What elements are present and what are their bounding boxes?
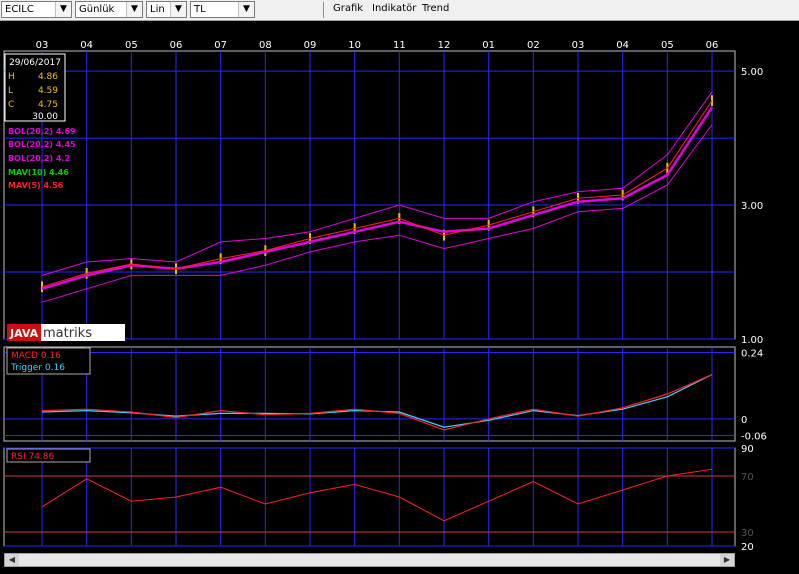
month-label: 07 [214,40,227,51]
month-label: 08 [259,40,272,51]
month-label: 04 [616,40,629,51]
menu-indikator[interactable]: Indikatör [372,3,416,14]
legend-rsi: RSI 74.86 [11,452,55,462]
price-tick-label: 5.00 [741,67,763,78]
price-indicator-lines [41,91,714,303]
scroll-left-icon[interactable]: ◀ [5,554,19,566]
svg-text:matriks: matriks [43,326,92,341]
month-label: 09 [304,40,317,51]
macd-lines [41,374,713,431]
info-l-label: L [8,86,13,96]
rsi-tick-label: 30 [741,528,754,539]
legend-bol-lower: BOL(20,2) 4.2 [8,154,70,163]
bol-lower-line [41,124,713,303]
info-date: 29/06/2017 [9,58,61,68]
month-label: 10 [348,40,361,51]
currency-select[interactable]: TL ▼ [190,1,255,18]
svg-text:JAVA: JAVA [9,327,39,340]
chevron-down-icon[interactable]: ▼ [126,2,142,17]
legend-mav5: MAV(5) 4.56 [8,181,64,190]
menu-grafik[interactable]: Grafik [333,3,363,14]
macd-tick-label: 0 [741,415,747,426]
symbol-select[interactable]: ECILC ▼ [1,1,72,18]
info-volume: 30.00 [32,112,58,122]
currency-value: TL [194,4,206,15]
month-label: 05 [661,40,674,51]
grid-lines [4,51,735,547]
month-label: 03 [572,40,585,51]
month-axis: 03 04 05 06 07 08 09 10 11 12 01 02 03 04 05 06 [36,40,719,51]
price-tick-label: 1.00 [741,335,763,346]
macd-line [41,374,713,431]
month-label: 06 [170,40,183,51]
mav10-line [41,106,714,290]
horizontal-scrollbar[interactable]: ◀ ▶ [4,553,735,567]
scroll-right-icon[interactable]: ▶ [720,554,734,566]
price-bars [41,95,713,293]
scale-select[interactable]: Lin ▼ [146,1,187,18]
chart-svg[interactable]: 03 04 05 06 07 08 09 10 11 12 01 02 03 04 05 06 5.00 3.0… [0,22,799,571]
mav5-line [41,100,713,288]
symbol-value: ECILC [5,4,34,15]
chart-area[interactable]: 03 04 05 06 07 08 09 10 11 12 01 02 03 04 05 06 5.00 3.0… [0,22,799,571]
info-high: 4.86 [38,72,58,82]
rsi-tick-label: 90 [741,444,754,455]
legend-trigger: Trigger 0.16 [10,363,65,373]
macd-panel-frame [3,346,736,442]
month-label: 02 [527,40,540,51]
menu-trend[interactable]: Trend [422,3,449,14]
info-low: 4.59 [38,86,58,96]
chevron-down-icon[interactable]: ▼ [55,2,71,17]
period-select[interactable]: Günlük ▼ [75,1,143,18]
info-c-label: C [8,100,14,110]
period-value: Günlük [79,4,115,15]
month-label: 11 [393,40,406,51]
toolbar-divider [323,2,324,18]
chevron-down-icon[interactable]: ▼ [170,2,186,17]
month-label: 06 [706,40,719,51]
month-label: 01 [482,40,495,51]
month-label: 12 [438,40,451,51]
info-close: 4.75 [38,100,58,110]
month-label: 05 [125,40,138,51]
toolbar: ECILC ▼ Günlük ▼ Lin ▼ TL ▼ Grafik Indik… [0,0,799,21]
price-tick-label: 3.00 [741,201,763,212]
legend-bol-upper: BOL(20,2) 4.69 [8,127,76,136]
price-panel-frame [3,50,736,340]
bol-upper-line [41,91,713,276]
legend-macd: MACD 0.16 [11,351,61,361]
month-label: 04 [80,40,93,51]
legend-bol-mid: BOL(20,2) 4.45 [8,140,76,149]
macd-tick-label: -0.06 [741,431,767,442]
scale-value: Lin [150,4,165,15]
rsi-line [41,468,713,522]
month-label: 03 [36,40,49,51]
info-h-label: H [8,72,15,82]
chevron-down-icon[interactable]: ▼ [238,2,254,17]
macd-tick-label: 0.24 [741,349,763,360]
rsi-panel-frame [3,447,736,547]
rsi-tick-label: 20 [741,542,754,553]
rsi-tick-label: 70 [741,472,754,483]
rsi-lines [41,468,713,522]
legend-mav10: MAV(10) 4.46 [8,168,69,177]
y-axis-labels: 5.00 3.00 1.00 0.24 0 -0.06 90 70 30 20 [741,67,767,553]
javamatriks-logo: JAVA matriks [7,324,125,341]
